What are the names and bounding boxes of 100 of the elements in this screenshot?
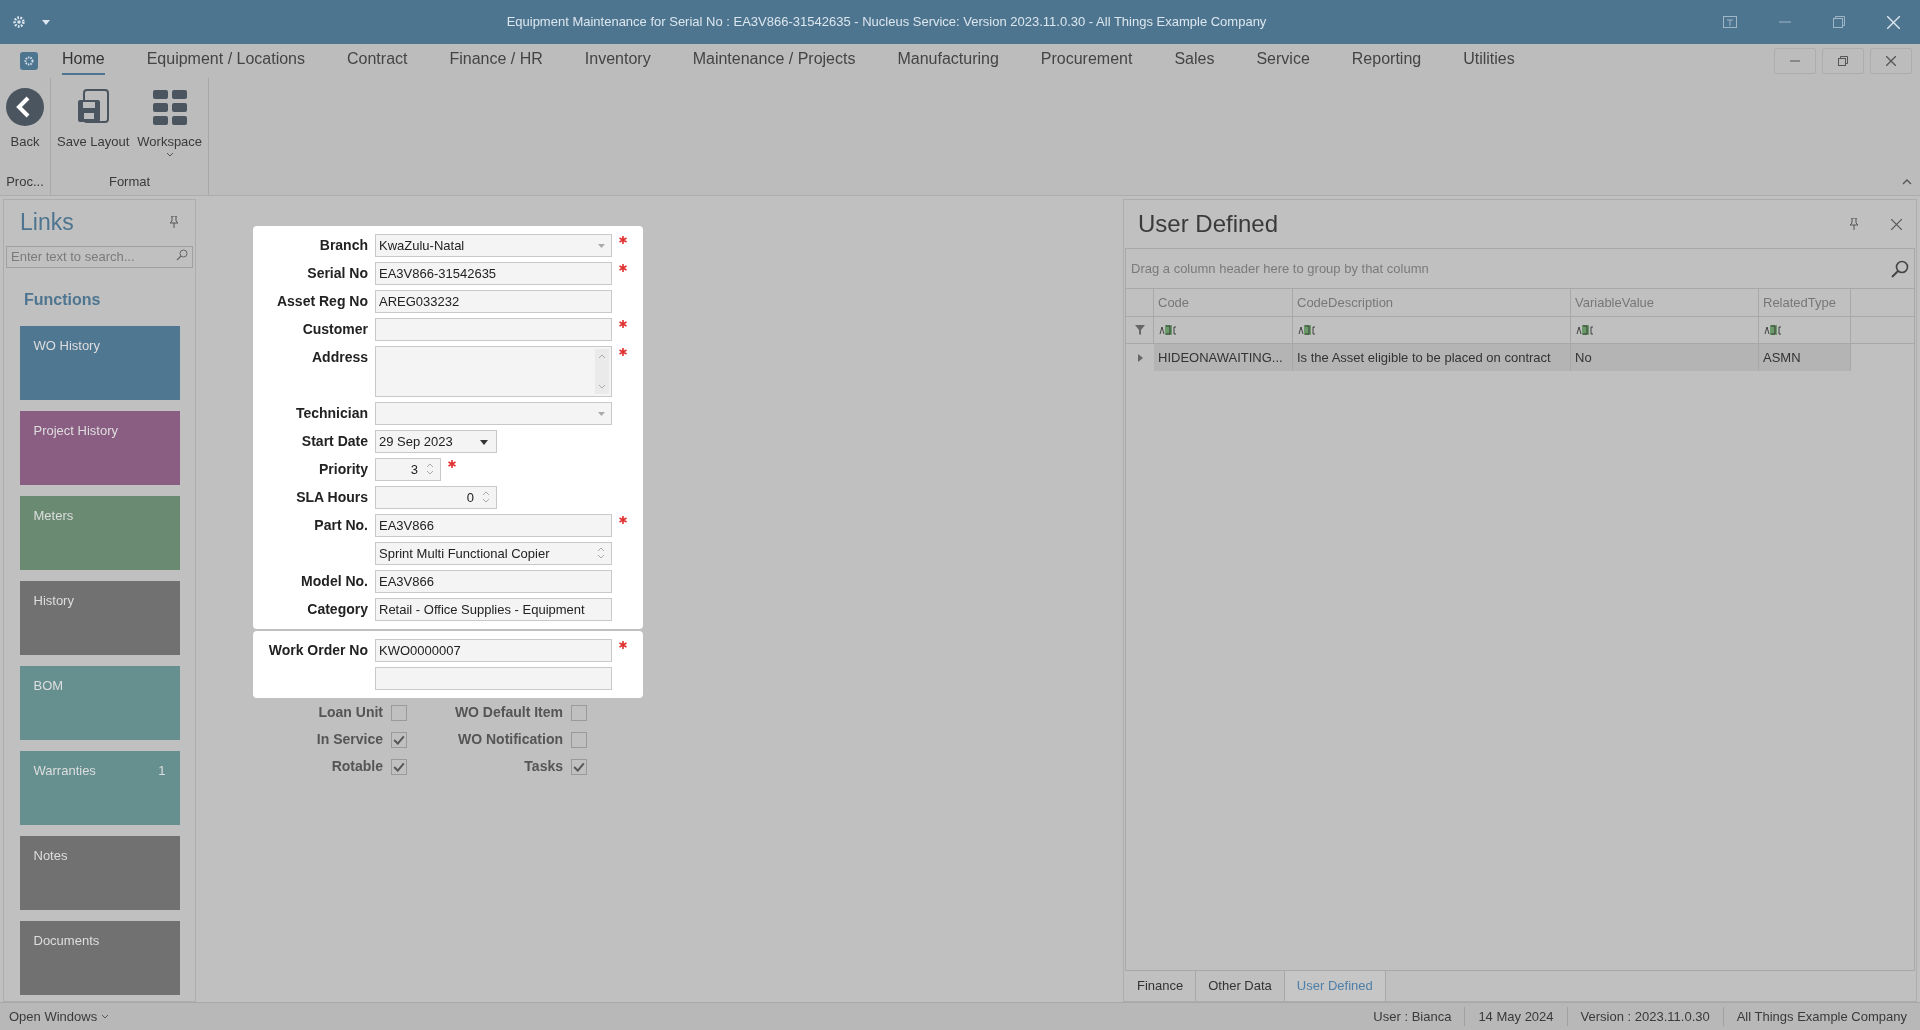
menu-tab[interactable]: Contract bbox=[347, 47, 408, 75]
pin-window-icon[interactable] bbox=[1723, 16, 1737, 28]
field-label: Asset Reg No bbox=[275, 292, 368, 311]
checkbox[interactable] bbox=[571, 704, 587, 721]
checkbox[interactable] bbox=[571, 731, 587, 748]
menu-tab[interactable]: Procurement bbox=[1040, 47, 1133, 75]
restore-button[interactable] bbox=[1822, 48, 1864, 74]
field-label: Work Order No bbox=[267, 641, 368, 660]
table-cell: HIDEONAWAITING... bbox=[1154, 344, 1293, 371]
text-filter-icon[interactable] bbox=[1298, 325, 1318, 335]
text-filter-icon[interactable] bbox=[1576, 325, 1596, 335]
field-label: Serial No bbox=[306, 264, 368, 283]
input-field[interactable]: KWO0000007 bbox=[375, 639, 612, 662]
field-label: Part No. bbox=[313, 516, 368, 535]
menu-tab[interactable]: Service bbox=[1256, 47, 1310, 75]
input-field[interactable]: EA3V866-31542635 bbox=[375, 262, 612, 285]
link-tile[interactable]: BOM bbox=[19, 666, 180, 740]
menu-tab[interactable]: Inventory bbox=[584, 47, 651, 75]
collapse-ribbon-icon[interactable] bbox=[1902, 179, 1912, 185]
scrollbar-arrows-icon[interactable] bbox=[595, 349, 609, 394]
ribbon-group-label: Format bbox=[107, 172, 152, 191]
search-icon[interactable] bbox=[176, 249, 188, 261]
ribbon-button[interactable]: Save Layout bbox=[55, 88, 132, 172]
ribbon-group-label: Proc... bbox=[5, 172, 45, 191]
expand-row-icon[interactable] bbox=[1137, 353, 1143, 362]
open-windows-button[interactable]: Open Windows bbox=[0, 1006, 110, 1027]
app-logo-icon[interactable] bbox=[20, 52, 38, 70]
input-field[interactable]: AREG033232 bbox=[375, 290, 612, 313]
checkmark-icon bbox=[393, 734, 405, 745]
spin-arrows-icon[interactable] bbox=[597, 546, 605, 560]
panel-tab[interactable]: Other Data bbox=[1196, 971, 1285, 1001]
link-tile[interactable]: Warranties 1 bbox=[19, 751, 180, 825]
field-label: SLA Hours bbox=[295, 488, 368, 507]
checkbox[interactable] bbox=[391, 731, 407, 748]
input-field[interactable] bbox=[375, 346, 612, 397]
restore-icon[interactable] bbox=[1833, 16, 1845, 28]
checkbox-label: Loan Unit bbox=[317, 703, 383, 722]
close-icon bbox=[1886, 56, 1896, 66]
checkbox[interactable] bbox=[391, 758, 407, 775]
text-filter-icon[interactable] bbox=[1159, 325, 1179, 335]
field-label: Priority bbox=[318, 460, 368, 479]
table-cell: ASMN bbox=[1759, 344, 1851, 371]
menu-tab[interactable]: Utilities bbox=[1463, 47, 1515, 75]
checkbox[interactable] bbox=[391, 704, 407, 721]
minimize-icon bbox=[1790, 60, 1800, 62]
dropdown-field[interactable] bbox=[375, 402, 612, 425]
menu-tab[interactable]: Maintenance / Projects bbox=[692, 47, 856, 75]
close-button[interactable] bbox=[1870, 48, 1912, 74]
link-tile[interactable]: WO History bbox=[19, 326, 180, 400]
input-field[interactable]: Retail - Office Supplies - Equipment bbox=[375, 598, 612, 621]
menu-tab[interactable]: Manufacturing bbox=[897, 47, 999, 75]
field-label: Model No. bbox=[300, 572, 368, 591]
ribbon-button[interactable]: Workspace bbox=[135, 88, 205, 172]
menu-tab[interactable]: Reporting bbox=[1351, 47, 1422, 75]
checkbox-label: Rotable bbox=[330, 757, 383, 776]
field-label: Technician bbox=[294, 404, 368, 423]
settings-icon[interactable] bbox=[12, 15, 26, 29]
search-field[interactable]: Enter text to search... bbox=[6, 245, 193, 268]
search-icon[interactable] bbox=[1891, 259, 1909, 278]
spin-field[interactable]: 0 bbox=[375, 486, 497, 509]
input-field[interactable]: EA3V866 bbox=[375, 570, 612, 593]
pin-icon[interactable] bbox=[1849, 218, 1859, 230]
pin-icon[interactable] bbox=[169, 216, 179, 228]
status-item: 14 May 2024 bbox=[1464, 1006, 1567, 1027]
dropdown-field[interactable]: 29 Sep 2023 bbox=[375, 430, 497, 453]
dropdown-arrow-icon[interactable] bbox=[480, 440, 488, 445]
dropdown-field[interactable]: KwaZulu-Natal bbox=[375, 234, 612, 257]
input-field[interactable]: Sprint Multi Functional Copier bbox=[375, 542, 612, 565]
back-icon bbox=[6, 88, 44, 126]
spin-field[interactable]: 3 bbox=[375, 458, 441, 481]
table-cell: No bbox=[1571, 344, 1759, 371]
filter-icon[interactable] bbox=[1134, 325, 1145, 335]
link-tile[interactable]: Meters bbox=[19, 496, 180, 570]
panel-title: User Defined bbox=[1138, 209, 1279, 239]
text-filter-icon[interactable] bbox=[1764, 325, 1784, 335]
group-hint: Drag a column header here to group by that column bbox=[1131, 259, 1429, 278]
panel-tab[interactable]: Finance bbox=[1125, 971, 1197, 1001]
menu-tab[interactable]: Sales bbox=[1174, 47, 1215, 75]
menu-tab[interactable]: Equipment / Locations bbox=[146, 47, 305, 75]
link-tile[interactable]: History bbox=[19, 581, 180, 655]
spin-arrows-icon[interactable] bbox=[426, 462, 434, 476]
ribbon-button[interactable]: Back bbox=[4, 88, 46, 172]
checkbox-label: Tasks bbox=[523, 757, 563, 776]
link-tile[interactable]: Notes bbox=[19, 836, 180, 910]
input-field[interactable] bbox=[375, 318, 612, 341]
checkbox[interactable] bbox=[571, 758, 587, 775]
input-field[interactable] bbox=[375, 667, 612, 690]
close-icon[interactable] bbox=[1891, 218, 1902, 230]
menu-tab[interactable]: Finance / HR bbox=[449, 47, 543, 75]
input-field[interactable]: EA3V866 bbox=[375, 514, 612, 537]
field-label: Branch bbox=[318, 236, 368, 255]
field-label: Address bbox=[310, 348, 368, 367]
menu-tab[interactable]: Home bbox=[62, 47, 105, 75]
status-item: All Things Example Company bbox=[1722, 1006, 1920, 1027]
dropdown-caret-icon[interactable] bbox=[42, 19, 50, 25]
link-tile[interactable]: Documents bbox=[19, 921, 180, 995]
checkmark-icon bbox=[573, 761, 585, 772]
link-tile[interactable]: Project History bbox=[19, 411, 180, 485]
checkbox-label: WO Default Item bbox=[453, 703, 563, 722]
spin-arrows-icon[interactable] bbox=[482, 490, 490, 504]
